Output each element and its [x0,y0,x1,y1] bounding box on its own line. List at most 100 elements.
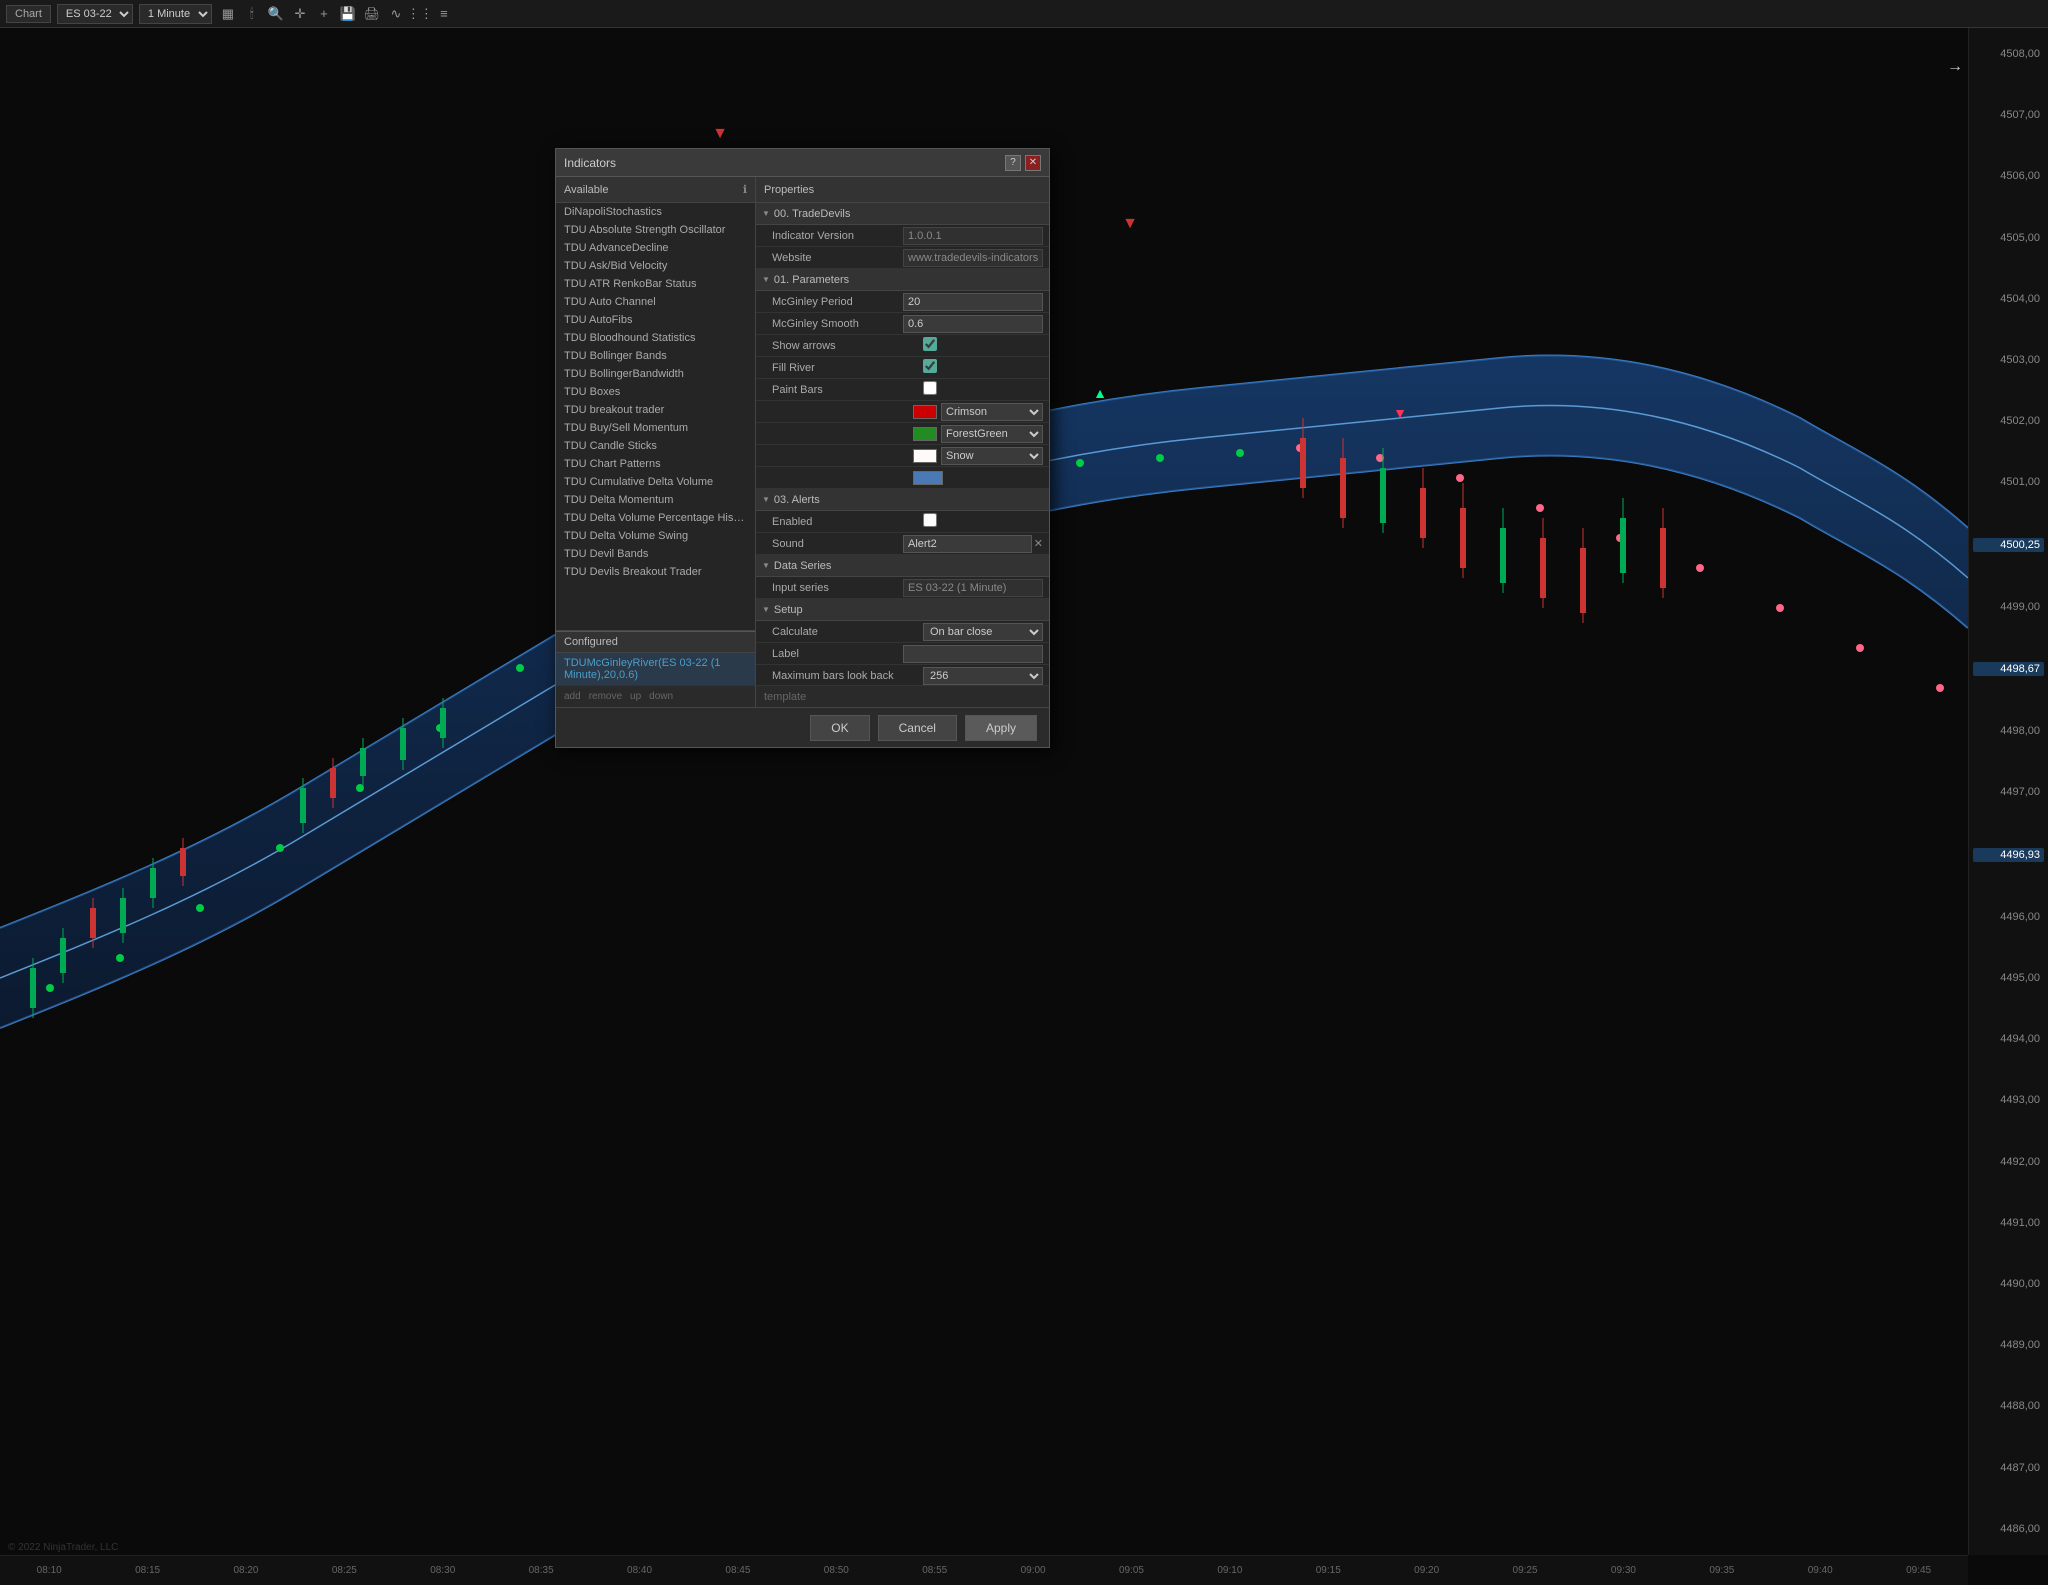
indicator-item-bloodhound[interactable]: TDU Bloodhound Statistics [556,329,755,347]
right-panel: Properties ▼ 00. TradeDevils Indicator V… [756,177,1049,707]
indicator-item-devils-breakout[interactable]: TDU Devils Breakout Trader [556,563,755,581]
indicator-item-delta-vol-swing[interactable]: TDU Delta Volume Swing [556,527,755,545]
group-parameters-label: 01. Parameters [774,274,849,286]
time-0935: 09:35 [1709,1565,1734,1576]
fill-river-checkbox[interactable] [923,359,937,373]
price-axis: 4508,00 4507,00 4506,00 4505,00 4504,00 … [1968,28,2048,1555]
bar-chart-icon[interactable]: ▦ [218,4,238,24]
indicator-list[interactable]: DiNapoliStochastics TDU Absolute Strengt… [556,203,755,630]
indicator-item-boxes[interactable]: TDU Boxes [556,383,755,401]
indicator-item-devil-bands[interactable]: TDU Devil Bands [556,545,755,563]
indicator-item-bollinger[interactable]: TDU Bollinger Bands [556,347,755,365]
mcginley-period-input[interactable] [903,293,1043,311]
cancel-button[interactable]: Cancel [878,715,957,741]
plus-icon[interactable]: + [314,4,334,24]
calculate-select[interactable]: On bar close On each tick On price chang… [923,623,1043,641]
indicator-item-delta-momentum[interactable]: TDU Delta Momentum [556,491,755,509]
time-0900: 09:00 [1021,1565,1046,1576]
action-add[interactable]: add [564,691,581,702]
group-tradedevils[interactable]: ▼ 00. TradeDevils [756,203,1049,225]
neutral-color-select[interactable]: Snow [941,447,1043,465]
price-4490: 4490,00 [1973,1278,2044,1290]
time-0815: 08:15 [135,1565,160,1576]
bearish-swatch[interactable] [913,405,937,419]
timeframe-select[interactable]: 1 Minute [139,4,212,24]
prop-river-bg-value [913,471,1043,485]
time-0825: 08:25 [332,1565,357,1576]
action-remove[interactable]: remove [589,691,622,702]
price-4497: 4497,00 [1973,786,2044,798]
prop-paint-bars-value [923,381,1043,398]
print-icon[interactable]: 🖨 [362,4,382,24]
group-data-series-label: Data Series [774,560,831,572]
paint-bars-checkbox[interactable] [923,381,937,395]
save-icon[interactable]: 💾 [338,4,358,24]
indicator-item-chart-patterns[interactable]: TDU Chart Patterns [556,455,755,473]
time-0945: 09:45 [1906,1565,1931,1576]
sound-clear-icon[interactable]: ✕ [1034,537,1043,550]
scroll-right-arrow[interactable]: → [1947,58,1963,76]
prop-alerts-enabled-value [923,513,1043,530]
indicator-item-auto-channel[interactable]: TDU Auto Channel [556,293,755,311]
properties-scroll[interactable]: ▼ 00. TradeDevils Indicator Version Webs… [756,203,1049,685]
action-up[interactable]: up [630,691,641,702]
indicator-item-abs-strength[interactable]: TDU Absolute Strength Oscillator [556,221,755,239]
indicator-item-autofibs[interactable]: TDU AutoFibs [556,311,755,329]
prop-mcginley-period: McGinley Period [756,291,1049,313]
action-down[interactable]: down [649,691,673,702]
dialog-close-button[interactable]: ✕ [1025,155,1041,171]
ok-button[interactable]: OK [810,715,869,741]
bullish-color-select[interactable]: ForestGreen [941,425,1043,443]
sound-input[interactable] [903,535,1032,553]
prop-show-arrows-label: Show arrows [772,340,923,352]
template-link[interactable]: template [764,691,806,703]
indicator-item-atr-renko[interactable]: TDU ATR RenkoBar Status [556,275,755,293]
river-bg-swatch[interactable] [913,471,943,485]
symbol-select[interactable]: ES 03-22 [57,4,133,24]
group-alerts[interactable]: ▼ 03. Alerts [756,489,1049,511]
indicator-item-buysell[interactable]: TDU Buy/Sell Momentum [556,419,755,437]
apply-button[interactable]: Apply [965,715,1037,741]
indicator-item-ask-bid[interactable]: TDU Ask/Bid Velocity [556,257,755,275]
price-4508: 4508,00 [1973,48,2044,60]
show-arrows-checkbox[interactable] [923,337,937,351]
prop-fill-river-label: Fill River [772,362,923,374]
indicator-item-breakout[interactable]: TDU breakout trader [556,401,755,419]
time-axis: 08:10 08:15 08:20 08:25 08:30 08:35 08:4… [0,1555,1968,1585]
grid-icon[interactable]: ⋮⋮ [410,4,430,24]
indicator-item-bollbandwidth[interactable]: TDU BollingerBandwidth [556,365,755,383]
group-setup[interactable]: ▼ Setup [756,599,1049,621]
indicator-item-candle[interactable]: TDU Candle Sticks [556,437,755,455]
indicator-item-delta-vol-pct[interactable]: TDU Delta Volume Percentage Histogram [556,509,755,527]
prop-max-bars: Maximum bars look back 256 512 1024 [756,665,1049,685]
info-icon[interactable]: ℹ [743,183,747,196]
neutral-swatch[interactable] [913,449,937,463]
prop-indicator-version-value [903,227,1043,245]
mcginley-smooth-input[interactable] [903,315,1043,333]
price-4494: 4494,00 [1973,1033,2044,1045]
list-icon[interactable]: ≡ [434,4,454,24]
indicator-item-advance-decline[interactable]: TDU AdvanceDecline [556,239,755,257]
time-0905: 09:05 [1119,1565,1144,1576]
indicator-item-cumulative-delta[interactable]: TDU Cumulative Delta Volume [556,473,755,491]
prop-mcginley-period-label: McGinley Period [772,296,903,308]
configured-item[interactable]: TDUMcGinleyRiver(ES 03-22 (1 Minute),20,… [556,653,755,685]
max-bars-select[interactable]: 256 512 1024 [923,667,1043,685]
prop-website: Website [756,247,1049,269]
bullish-swatch[interactable] [913,427,937,441]
configured-section: Configured TDUMcGinleyRiver(ES 03-22 (1 … [556,630,755,707]
svg-text:▼: ▼ [1393,405,1407,421]
label-field-input[interactable] [903,645,1043,663]
prop-fill-river-value [923,359,1043,376]
crosshair-icon[interactable]: ✛ [290,4,310,24]
dialog-help-button[interactable]: ? [1005,155,1021,171]
magnify-icon[interactable]: 🔍 [266,4,286,24]
group-data-series[interactable]: ▼ Data Series [756,555,1049,577]
indicator-item-dinapoli[interactable]: DiNapoliStochastics [556,203,755,221]
prop-indicator-version: Indicator Version [756,225,1049,247]
candlestick-icon[interactable]: 🕯 [242,4,262,24]
alerts-enabled-checkbox[interactable] [923,513,937,527]
strategy-icon[interactable]: ∿ [386,4,406,24]
bearish-color-select[interactable]: Crimson [941,403,1043,421]
group-parameters[interactable]: ▼ 01. Parameters [756,269,1049,291]
